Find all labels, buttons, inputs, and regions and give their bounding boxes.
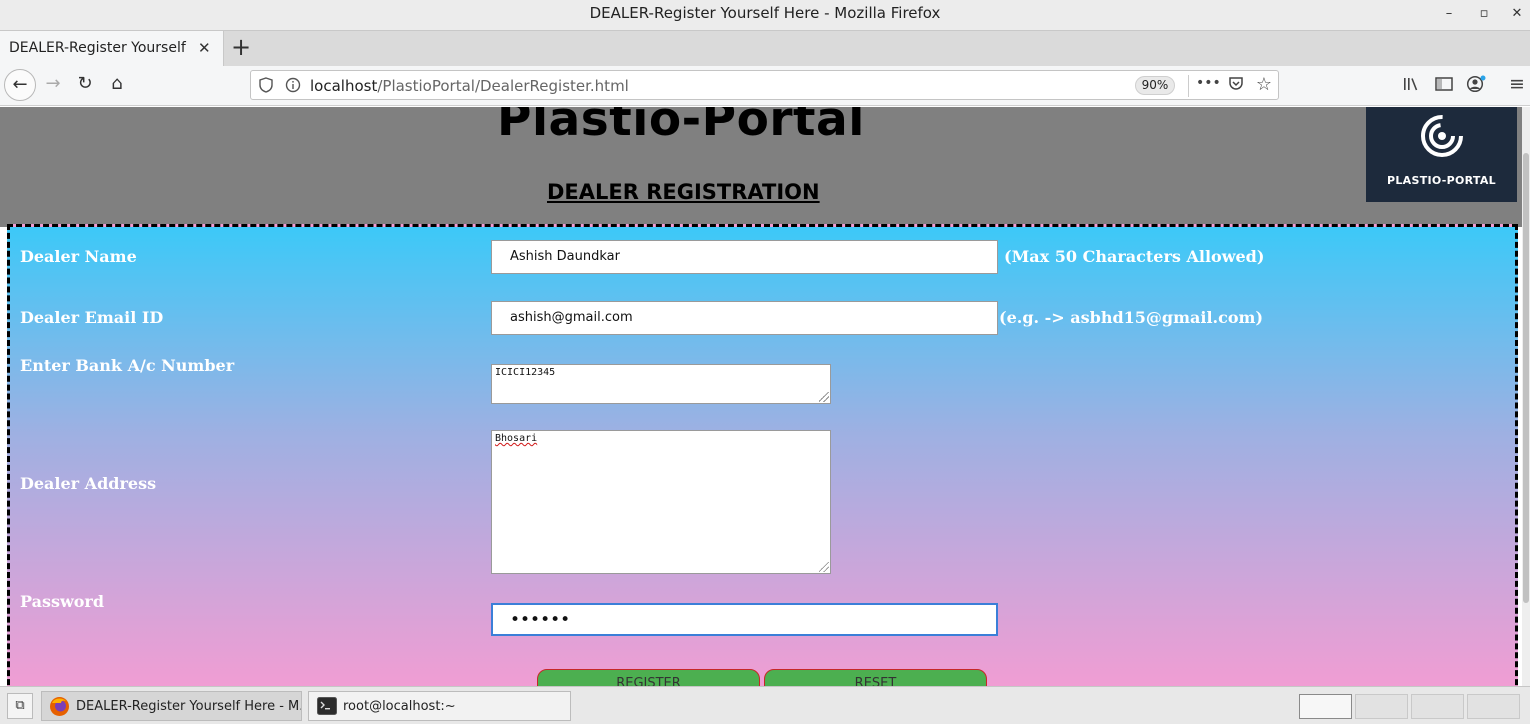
page-heading: DEALER REGISTRATION (547, 180, 820, 204)
forward-button[interactable]: → (37, 69, 69, 101)
address-label: Dealer Address (20, 474, 157, 493)
dealer-name-label: Dealer Name (20, 247, 137, 266)
bank-account-value: ICICI12345 (495, 367, 556, 378)
pocket-icon[interactable] (1224, 75, 1248, 95)
tab-title: DEALER-Register Yourself Here (9, 40, 189, 56)
taskbar-item-terminal[interactable]: root@localhost:~ (308, 691, 571, 721)
terminal-icon (317, 697, 337, 719)
site-info-icon[interactable] (285, 77, 301, 97)
menu-icon[interactable]: ≡ (1505, 73, 1529, 95)
firefox-icon (49, 696, 70, 720)
library-icon[interactable] (1400, 76, 1424, 96)
resize-grip-icon[interactable] (819, 562, 829, 572)
bookmark-star-icon[interactable]: ☆ (1252, 74, 1276, 95)
reset-button[interactable]: RESET (764, 669, 987, 686)
bank-account-label: Enter Bank A/c Number (20, 356, 235, 375)
url-separator (1188, 75, 1189, 97)
taskbar-item-label: DEALER-Register Yourself Here - M... (76, 699, 302, 714)
site-logo: PLASTIO-PORTAL (1366, 107, 1517, 202)
new-tab-button[interactable]: + (230, 35, 252, 61)
tab-close-icon[interactable]: ✕ (198, 39, 211, 57)
password-label: Password (20, 592, 105, 611)
register-button[interactable]: REGISTER (537, 669, 760, 686)
account-icon[interactable] (1464, 75, 1488, 97)
zoom-level-badge[interactable]: 90% (1135, 76, 1175, 95)
show-desktop-button[interactable]: ⧉ (7, 693, 33, 719)
navigation-toolbar: ← → ↻ ⌂ localhost/PlastioPortal/DealerRe… (0, 66, 1530, 106)
workspace-1[interactable] (1299, 694, 1352, 719)
reload-button[interactable]: ↻ (69, 69, 101, 101)
taskbar-item-label: root@localhost:~ (343, 699, 456, 714)
dealer-name-hint: (Max 50 Characters Allowed) (1004, 247, 1265, 266)
scrollbar-thumb[interactable] (1523, 153, 1529, 603)
workspace-2[interactable] (1355, 694, 1408, 719)
minimize-button[interactable]: – (1437, 3, 1461, 25)
password-mask: •••••• (510, 610, 571, 630)
shield-icon[interactable] (259, 77, 273, 97)
email-hint: (e.g. -> asbhd15@gmail.com) (999, 308, 1264, 327)
sidebar-icon[interactable] (1432, 76, 1456, 96)
vertical-scrollbar[interactable] (1522, 107, 1530, 686)
logo-text: PLASTIO-PORTAL (1387, 174, 1496, 187)
swirl-logo-icon (1421, 115, 1463, 157)
page-actions-icon[interactable]: ••• (1196, 75, 1221, 91)
email-input[interactable]: ashish@gmail.com (491, 301, 998, 335)
url-path: /PlastioPortal/DealerRegister.html (377, 77, 629, 95)
workspace-4[interactable] (1467, 694, 1520, 719)
back-button[interactable]: ← (4, 69, 36, 101)
taskbar: ⧉ DEALER-Register Yourself Here - M... r… (0, 686, 1530, 724)
window-title: DEALER-Register Yourself Here - Mozilla … (589, 4, 941, 22)
address-textarea[interactable]: Bhosari (491, 430, 831, 574)
url-bar[interactable]: localhost/PlastioPortal/DealerRegister.h… (250, 70, 1279, 100)
email-label: Dealer Email ID (20, 308, 164, 327)
registration-form: Dealer Name Ashish Daundkar (Max 50 Char… (7, 224, 1518, 686)
maximize-button[interactable]: ▫ (1472, 3, 1496, 25)
password-input[interactable]: •••••• (491, 603, 998, 636)
tab-dealer-register[interactable]: DEALER-Register Yourself Here ✕ (0, 31, 224, 67)
close-window-button[interactable]: ✕ (1505, 3, 1529, 25)
bank-account-textarea[interactable]: ICICI12345 (491, 364, 831, 404)
workspace-3[interactable] (1411, 694, 1464, 719)
page-viewport: Plastio-Portal DEALER REGISTRATION PLAST… (0, 107, 1530, 686)
home-button[interactable]: ⌂ (101, 69, 133, 101)
window-titlebar: DEALER-Register Yourself Here - Mozilla … (0, 0, 1530, 30)
tab-strip: DEALER-Register Yourself Here ✕ + (0, 30, 1530, 67)
url-text[interactable]: localhost/PlastioPortal/DealerRegister.h… (310, 77, 629, 95)
page-header: Plastio-Portal DEALER REGISTRATION PLAST… (0, 107, 1530, 227)
url-host: localhost (310, 77, 378, 95)
dealer-name-input[interactable]: Ashish Daundkar (491, 240, 998, 274)
taskbar-item-firefox[interactable]: DEALER-Register Yourself Here - M... (41, 691, 302, 721)
resize-grip-icon[interactable] (819, 392, 829, 402)
address-value: Bhosari (495, 433, 538, 444)
site-title: Plastio-Portal (497, 107, 865, 147)
